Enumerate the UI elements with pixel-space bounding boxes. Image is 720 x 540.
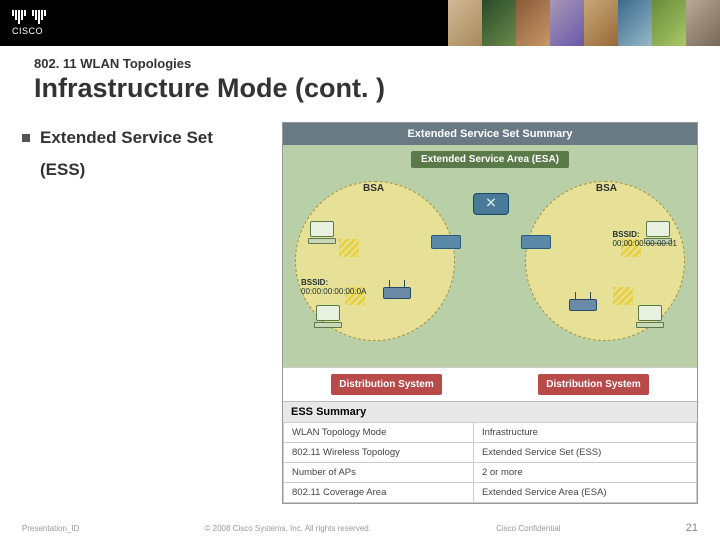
- network-diagram: Extended Service Area (ESA) BSA BSA: [283, 145, 697, 367]
- pc-icon: [313, 305, 343, 331]
- bssid-left: BSSID:00:00:00:00:00:0A: [301, 279, 366, 297]
- ap-left-icon: [383, 287, 411, 299]
- table-row: WLAN Topology ModeInfrastructure: [284, 423, 697, 443]
- ds-right: Distribution System: [538, 374, 648, 395]
- bsa-label-right: BSA: [596, 183, 617, 194]
- slide-footer: Presentation_ID © 2008 Cisco Systems, In…: [0, 522, 720, 534]
- body-text: Extended Service Set (ESS): [22, 122, 272, 504]
- footer-right: Cisco Confidential: [496, 524, 560, 533]
- switch-right-icon: [521, 235, 551, 249]
- slide-headings: 802. 11 WLAN Topologies Infrastructure M…: [0, 46, 720, 104]
- esa-label: Extended Service Area (ESA): [411, 151, 569, 168]
- bsa-label-left: BSA: [363, 183, 384, 194]
- wireless-link-icon: [339, 239, 359, 257]
- wireless-link-icon: [613, 287, 633, 305]
- bullet-line1: Extended Service Set: [40, 122, 272, 154]
- brand-logo: CISCO: [0, 0, 46, 46]
- footer-center: © 2008 Cisco Systems, Inc. All rights re…: [205, 524, 371, 533]
- table-row: 802.11 Wireless TopologyExtended Service…: [284, 443, 697, 463]
- table-row: 802.11 Coverage AreaExtended Service Are…: [284, 483, 697, 503]
- pc-icon: [635, 305, 665, 331]
- slide-kicker: 802. 11 WLAN Topologies: [34, 56, 720, 71]
- figure-panel: Extended Service Set Summary Extended Se…: [282, 122, 698, 504]
- ds-left: Distribution System: [331, 374, 441, 395]
- distribution-row: Distribution System Distribution System: [283, 367, 697, 401]
- footer-left: Presentation_ID: [22, 524, 79, 533]
- summary-header: ESS Summary: [283, 401, 697, 422]
- header-bar: CISCO: [0, 0, 720, 46]
- pc-icon: [307, 221, 337, 247]
- bullet-line2: (ESS): [40, 154, 272, 186]
- bssid-right: BSSID:00:00:00:00:00:01: [612, 231, 677, 249]
- summary-table: WLAN Topology ModeInfrastructure 802.11 …: [283, 422, 697, 503]
- bullet-icon: [22, 134, 30, 142]
- figure-title: Extended Service Set Summary: [283, 123, 697, 145]
- switch-left-icon: [431, 235, 461, 249]
- router-icon: [473, 193, 509, 215]
- ap-right-icon: [569, 299, 597, 311]
- brand-name: CISCO: [12, 26, 46, 36]
- table-row: Number of APs2 or more: [284, 463, 697, 483]
- page-number: 21: [686, 522, 698, 534]
- cisco-bars-icon: [12, 10, 46, 24]
- slide-title: Infrastructure Mode (cont. ): [34, 73, 720, 104]
- header-photo-strip: [448, 0, 720, 46]
